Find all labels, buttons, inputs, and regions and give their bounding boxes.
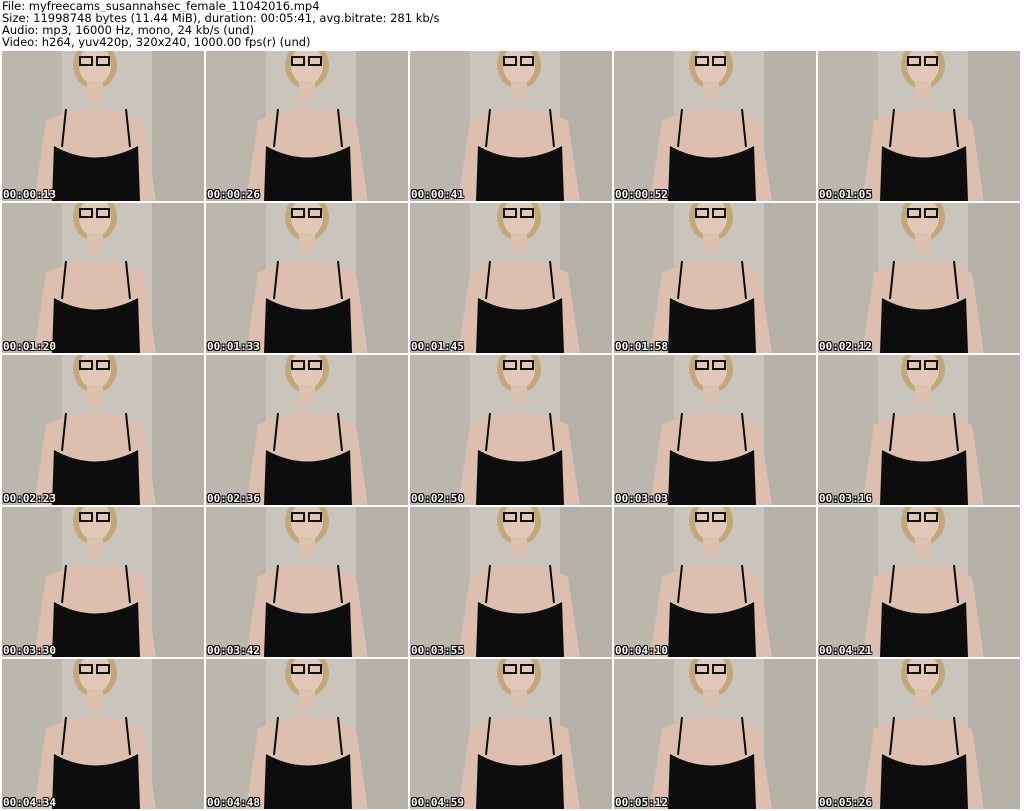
thumbnail-frame-image (614, 51, 816, 201)
video-thumbnail: 00:01:05 (818, 51, 1020, 201)
thumbnail-frame-image (206, 507, 408, 657)
thumbnail-timestamp: 00:02:12 (819, 340, 872, 353)
video-thumbnail: 00:05:12 (614, 659, 816, 809)
thumbnail-timestamp: 00:01:33 (207, 340, 260, 353)
thumbnail-timestamp: 00:03:42 (207, 644, 260, 657)
thumbnail-timestamp: 00:01:45 (411, 340, 464, 353)
thumbnail-frame-image (2, 659, 204, 809)
thumbnail-timestamp: 00:05:12 (615, 796, 668, 809)
video-thumbnail: 00:02:23 (2, 355, 204, 505)
video-thumbnail: 00:03:55 (410, 507, 612, 657)
thumbnail-frame-image (818, 355, 1020, 505)
thumbnail-frame-image (818, 507, 1020, 657)
thumbnail-frame-image (2, 51, 204, 201)
thumbnail-timestamp: 00:00:41 (411, 188, 464, 201)
thumbnail-timestamp: 00:04:34 (3, 796, 56, 809)
video-thumbnail: 00:04:10 (614, 507, 816, 657)
thumbnail-timestamp: 00:00:52 (615, 188, 668, 201)
file-info-header: File: myfreecams_susannahsec_female_1104… (2, 0, 1022, 50)
video-thumbnail: 00:03:03 (614, 355, 816, 505)
thumbnail-frame-image (206, 51, 408, 201)
thumbnail-timestamp: 00:04:48 (207, 796, 260, 809)
thumbnail-timestamp: 00:05:26 (819, 796, 872, 809)
video-thumbnail: 00:02:36 (206, 355, 408, 505)
video-thumbnail: 00:03:42 (206, 507, 408, 657)
thumbnail-frame-image (2, 203, 204, 353)
thumbnail-frame-image (818, 51, 1020, 201)
video-thumbnail: 00:00:41 (410, 51, 612, 201)
thumbnail-frame-image (614, 507, 816, 657)
thumbnail-timestamp: 00:00:13 (3, 188, 56, 201)
thumbnail-frame-image (206, 203, 408, 353)
thumbnail-frame-image (410, 355, 612, 505)
video-thumbnail: 00:01:45 (410, 203, 612, 353)
thumbnail-frame-image (818, 203, 1020, 353)
video-thumbnail: 00:04:34 (2, 659, 204, 809)
thumbnail-timestamp: 00:02:23 (3, 492, 56, 505)
video-thumbnail: 00:04:48 (206, 659, 408, 809)
thumbnail-grid: 00:00:13 00:00:26 00:00:41 00:00:52 00:01:05… (2, 51, 1022, 811)
thumbnail-timestamp: 00:03:30 (3, 644, 56, 657)
video-thumbnail: 00:01:58 (614, 203, 816, 353)
video-thumbnail: 00:03:30 (2, 507, 204, 657)
thumbnail-timestamp: 00:03:55 (411, 644, 464, 657)
video-thumbnail: 00:02:50 (410, 355, 612, 505)
thumbnail-timestamp: 00:01:58 (615, 340, 668, 353)
thumbnail-frame-image (410, 507, 612, 657)
audio-info-line: Audio: mp3, 16000 Hz, mono, 24 kb/s (und… (2, 24, 255, 36)
thumbnail-timestamp: 00:03:16 (819, 492, 872, 505)
video-thumbnail: 00:01:33 (206, 203, 408, 353)
thumbnail-frame-image (614, 659, 816, 809)
thumbnail-frame-image (410, 203, 612, 353)
video-thumbnail: 00:00:13 (2, 51, 204, 201)
thumbnail-timestamp: 00:01:20 (3, 340, 56, 353)
thumbnail-frame-image (614, 355, 816, 505)
thumbnail-timestamp: 00:04:21 (819, 644, 872, 657)
video-info-line: Video: h264, yuv420p, 320x240, 1000.00 f… (2, 36, 311, 48)
file-name-line: File: myfreecams_susannahsec_female_1104… (2, 0, 320, 12)
video-thumbnail: 00:01:20 (2, 203, 204, 353)
thumbnail-timestamp: 00:00:26 (207, 188, 260, 201)
video-thumbnail: 00:05:26 (818, 659, 1020, 809)
thumbnail-timestamp: 00:02:50 (411, 492, 464, 505)
video-thumbnail: 00:00:52 (614, 51, 816, 201)
thumbnail-frame-image (206, 659, 408, 809)
thumbnail-timestamp: 00:02:36 (207, 492, 260, 505)
thumbnail-timestamp: 00:04:59 (411, 796, 464, 809)
thumbnail-timestamp: 00:03:03 (615, 492, 668, 505)
thumbnail-frame-image (2, 507, 204, 657)
video-thumbnail: 00:00:26 (206, 51, 408, 201)
video-thumbnail: 00:03:16 (818, 355, 1020, 505)
thumbnail-frame-image (2, 355, 204, 505)
video-thumbnail: 00:02:12 (818, 203, 1020, 353)
thumbnail-frame-image (410, 51, 612, 201)
thumbnail-timestamp: 00:01:05 (819, 188, 872, 201)
video-thumbnail: 00:04:59 (410, 659, 612, 809)
thumbnail-frame-image (614, 203, 816, 353)
thumbnail-frame-image (206, 355, 408, 505)
file-size-line: Size: 11998748 bytes (11.44 MiB), durati… (2, 12, 440, 24)
thumbnail-timestamp: 00:04:10 (615, 644, 668, 657)
video-thumbnail: 00:04:21 (818, 507, 1020, 657)
thumbnail-frame-image (818, 659, 1020, 809)
thumbnail-frame-image (410, 659, 612, 809)
